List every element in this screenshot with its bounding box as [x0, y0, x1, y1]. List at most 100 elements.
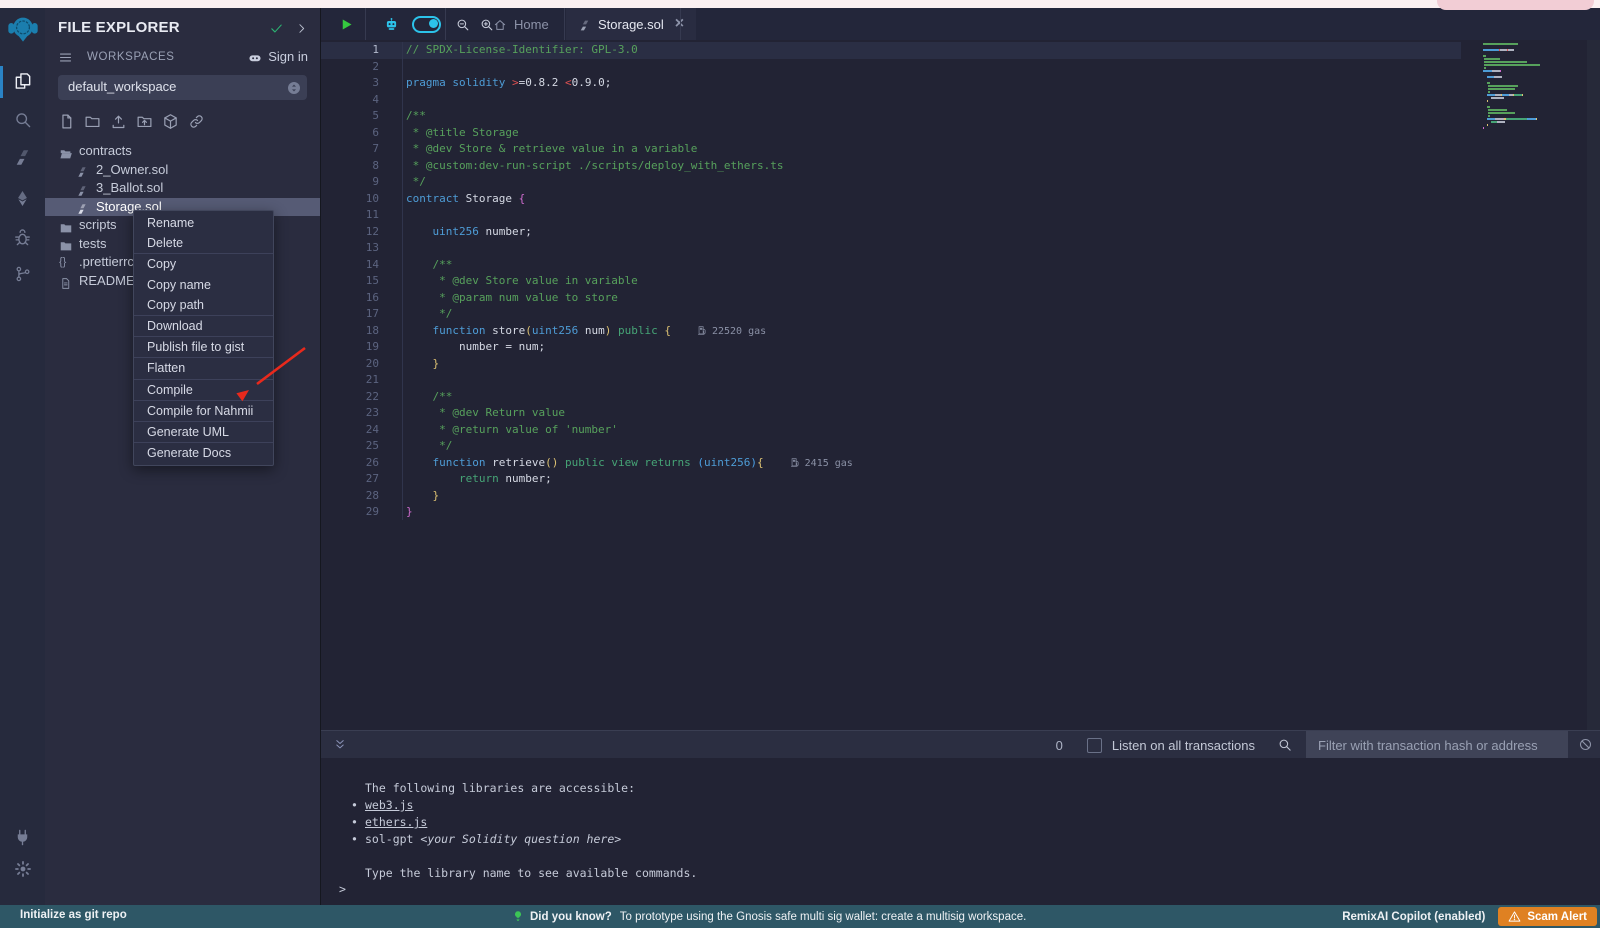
editor-minimap[interactable]: [1483, 43, 1587, 130]
line-number: 27: [321, 471, 379, 488]
code-line-26[interactable]: 26 function retrieve() public view retur…: [321, 455, 1600, 472]
sidebar-item-debugger[interactable]: [0, 222, 45, 252]
status-right: RemixAI Copilot (enabled) Scam Alert: [1342, 905, 1600, 928]
line-number: 12: [321, 224, 379, 241]
tree-item-3-ballot-sol[interactable]: 3_Ballot.sol: [45, 179, 320, 198]
context-menu-item-generate-docs[interactable]: Generate Docs: [134, 443, 273, 463]
context-menu-item-download[interactable]: Download: [134, 316, 273, 336]
workspace-select[interactable]: default_workspace: [58, 75, 307, 100]
code-editor[interactable]: 1// SPDX-License-Identifier: GPL-3.023pr…: [321, 40, 1600, 730]
code-text: }: [406, 504, 413, 521]
code-line-5[interactable]: 5/**: [321, 108, 1600, 125]
line-number: 13: [321, 240, 379, 257]
search-icon[interactable]: [1277, 736, 1292, 754]
code-line-2[interactable]: 2: [321, 59, 1600, 76]
sidebar-item-settings[interactable]: [0, 854, 45, 884]
code-line-19[interactable]: 19 number = num;: [321, 339, 1600, 356]
code-line-10[interactable]: 10contract Storage {: [321, 191, 1600, 208]
code-line-11[interactable]: 11: [321, 207, 1600, 224]
code-text: }: [406, 356, 439, 373]
run-script-button[interactable]: [331, 8, 361, 40]
terminal-link[interactable]: web3.js: [365, 798, 413, 812]
tree-item-2-owner-sol[interactable]: 2_Owner.sol: [45, 161, 320, 180]
code-text: function store(uint256 num) public {2252…: [406, 323, 766, 341]
terminal-output[interactable]: The following libraries are accessible:•…: [321, 758, 1600, 905]
code-line-24[interactable]: 24 * @return value of 'number': [321, 422, 1600, 439]
code-line-16[interactable]: 16 * @param num value to store: [321, 290, 1600, 307]
clear-console-icon[interactable]: [1578, 736, 1593, 754]
new-file-icon[interactable]: [58, 113, 75, 133]
terminal-prompt[interactable]: >: [339, 882, 346, 896]
divider: [445, 8, 446, 40]
code-line-9[interactable]: 9 */: [321, 174, 1600, 191]
code-line-7[interactable]: 7 * @dev Store & retrieve value in a var…: [321, 141, 1600, 158]
context-menu-item-rename[interactable]: Rename: [134, 213, 273, 233]
scam-alert-button[interactable]: Scam Alert: [1498, 907, 1597, 926]
remix-ai-icon[interactable]: [377, 8, 405, 40]
line-number: 7: [321, 141, 379, 158]
active-plugin-indicator: [0, 66, 3, 98]
search-icon: [13, 110, 32, 129]
code-line-8[interactable]: 8 * @custom:dev-run-script ./scripts/dep…: [321, 158, 1600, 175]
code-line-3[interactable]: 3pragma solidity >=0.8.2 <0.9.0;: [321, 75, 1600, 92]
sidebar-item-deploy-run[interactable]: [0, 183, 45, 213]
sidebar-item-plugin-manager[interactable]: [0, 822, 45, 852]
code-line-22[interactable]: 22 /**: [321, 389, 1600, 406]
code-line-18[interactable]: 18 function store(uint256 num) public {2…: [321, 323, 1600, 340]
git-init-button[interactable]: Initialize as git repo: [20, 909, 127, 921]
code-line-4[interactable]: 4: [321, 92, 1600, 109]
new-folder-icon[interactable]: [84, 113, 101, 133]
context-menu-item-generate-uml[interactable]: Generate UML: [134, 422, 273, 442]
sidebar-item-file-explorer[interactable]: [0, 66, 45, 96]
line-number: 20: [321, 356, 379, 373]
upload-file-icon[interactable]: [110, 113, 127, 133]
code-line-14[interactable]: 14 /**: [321, 257, 1600, 274]
context-menu-item-delete[interactable]: Delete: [134, 233, 273, 253]
copilot-toggle[interactable]: [409, 8, 443, 40]
transaction-filter-input[interactable]: [1306, 731, 1568, 759]
chevron-right-icon[interactable]: [295, 20, 308, 38]
editor-scrollbar[interactable]: [1587, 40, 1600, 730]
code-line-28[interactable]: 28 }: [321, 488, 1600, 505]
context-menu-item-compile-for-nahmii[interactable]: Compile for Nahmii: [134, 401, 273, 421]
code-line-17[interactable]: 17 */: [321, 306, 1600, 323]
collapse-terminal-icon[interactable]: [333, 736, 347, 754]
tree-item-contracts[interactable]: contracts: [45, 142, 320, 161]
line-number: 23: [321, 405, 379, 422]
code-line-27[interactable]: 27 return number;: [321, 471, 1600, 488]
tab-home[interactable]: Home: [481, 8, 561, 40]
browser-edge-pill: [1437, 0, 1594, 10]
context-menu-item-copy[interactable]: Copy: [134, 254, 273, 274]
terminal-toolbar: 0 Listen on all transactions: [321, 730, 1600, 759]
sign-in-button[interactable]: Sign in: [247, 49, 308, 65]
tip-bold: Did you know?: [530, 911, 612, 923]
home-icon: [493, 16, 507, 32]
link-icon[interactable]: [188, 113, 205, 133]
code-line-29[interactable]: 29}: [321, 504, 1600, 521]
sidebar-item-git[interactable]: [0, 259, 45, 289]
hamburger-icon[interactable]: [58, 49, 73, 67]
code-line-21[interactable]: 21: [321, 372, 1600, 389]
listen-checkbox[interactable]: [1087, 738, 1102, 753]
sidebar-item-solidity-compiler[interactable]: [0, 142, 45, 172]
code-line-1[interactable]: 1// SPDX-License-Identifier: GPL-3.0: [321, 42, 1600, 59]
tab-storage-sol[interactable]: Storage.sol ×: [566, 8, 696, 40]
terminal-link[interactable]: ethers.js: [365, 815, 427, 829]
code-text: * @dev Return value: [406, 405, 565, 422]
code-line-13[interactable]: 13: [321, 240, 1600, 257]
code-line-15[interactable]: 15 * @dev Store value in variable: [321, 273, 1600, 290]
zoom-out-icon[interactable]: [449, 8, 475, 40]
code-line-25[interactable]: 25 */: [321, 438, 1600, 455]
upload-folder-icon[interactable]: [136, 113, 153, 133]
remix-logo-icon: [6, 13, 40, 45]
workspace-name: default_workspace: [68, 79, 176, 94]
code-line-12[interactable]: 12 uint256 number;: [321, 224, 1600, 241]
box-icon[interactable]: [162, 113, 179, 133]
sidebar-item-search[interactable]: [0, 104, 45, 134]
code-line-23[interactable]: 23 * @dev Return value: [321, 405, 1600, 422]
code-line-6[interactable]: 6 * @title Storage: [321, 125, 1600, 142]
tree-item-label: scripts: [79, 216, 117, 235]
code-line-20[interactable]: 20 }: [321, 356, 1600, 373]
context-menu-item-copy-name[interactable]: Copy name: [134, 275, 273, 295]
context-menu-item-copy-path[interactable]: Copy path: [134, 295, 273, 315]
